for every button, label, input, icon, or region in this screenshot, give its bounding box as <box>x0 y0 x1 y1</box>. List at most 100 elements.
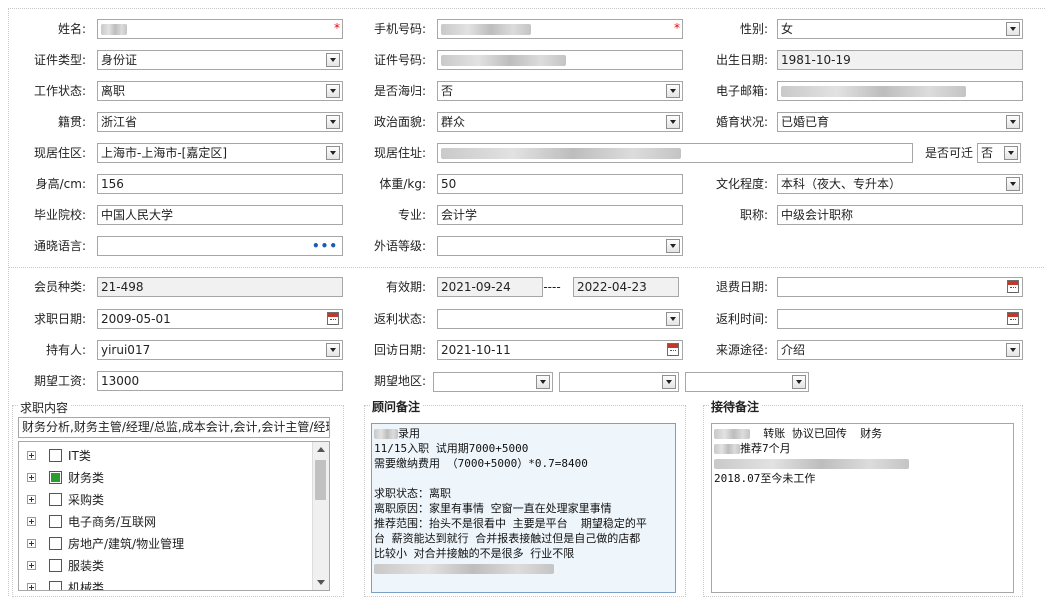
checkbox[interactable] <box>49 493 62 506</box>
note-line: 11/15入职 试用期7000+5000 <box>374 442 529 455</box>
overseas-select[interactable]: 否 <box>437 81 683 101</box>
tree-item-apparel[interactable]: 服装类 <box>19 555 313 577</box>
language-input[interactable]: ••• <box>97 236 343 256</box>
school-input[interactable]: 中国人民大学 <box>97 205 343 225</box>
residence-area-select[interactable]: 上海市-上海市-[嘉定区] <box>97 143 343 163</box>
residence-addr-input[interactable] <box>437 143 913 163</box>
tree-item-realestate[interactable]: 房地产/建筑/物业管理 <box>19 533 313 555</box>
region-district-select[interactable] <box>685 372 809 392</box>
tree-item-finance[interactable]: 财务类 <box>19 467 313 489</box>
political-label: 政治面貌: <box>373 115 426 129</box>
chevron-down-icon[interactable] <box>326 115 340 129</box>
calendar-icon[interactable] <box>667 343 679 356</box>
title-input[interactable]: 中级会计职称 <box>777 205 1023 225</box>
reception-notes-textarea[interactable]: 转账 协议已回传 财务 推荐7个月 2018.07至今未工作 <box>711 423 1014 593</box>
work-status-select[interactable]: 离职 <box>97 81 343 101</box>
name-input[interactable]: * <box>97 19 343 39</box>
gender-select[interactable]: 女 <box>777 19 1023 39</box>
source-select[interactable]: 介绍 <box>777 340 1023 360</box>
email-label: 电子邮箱: <box>715 84 768 98</box>
chevron-down-icon[interactable] <box>1006 22 1020 36</box>
major-label: 专业: <box>397 208 426 222</box>
redacted-value <box>714 444 740 454</box>
id-type-select[interactable]: 身份证 <box>97 50 343 70</box>
checkbox[interactable] <box>49 581 62 590</box>
chevron-down-icon[interactable] <box>536 375 550 389</box>
tree-item-purchasing[interactable]: 采购类 <box>19 489 313 511</box>
tree-item-label: 服装类 <box>68 559 105 573</box>
salary-input[interactable]: 13000 <box>97 371 343 391</box>
education-select[interactable]: 本科（夜大、专升本） <box>777 174 1023 194</box>
relocate-select[interactable]: 否 <box>977 143 1021 163</box>
major-input[interactable]: 会计学 <box>437 205 683 225</box>
marital-label: 婚育状况: <box>715 115 768 129</box>
expand-icon[interactable] <box>27 473 36 482</box>
scroll-thumb[interactable] <box>315 460 326 500</box>
marital-select[interactable]: 已婚已育 <box>777 112 1023 132</box>
relocate-value: 否 <box>981 146 994 160</box>
lang-level-select[interactable] <box>437 236 683 256</box>
chevron-down-icon[interactable] <box>326 343 340 357</box>
checkbox[interactable] <box>49 559 62 572</box>
political-select[interactable]: 群众 <box>437 112 683 132</box>
visit-date-value: 2021-10-11 <box>441 343 511 357</box>
chevron-down-icon[interactable] <box>1006 177 1020 191</box>
more-icon[interactable]: ••• <box>312 237 338 255</box>
checkbox[interactable] <box>49 449 62 462</box>
job-date-input[interactable]: 2009-05-01 <box>97 309 343 329</box>
school-label: 毕业院校: <box>33 208 86 222</box>
chevron-down-icon[interactable] <box>1004 146 1018 160</box>
tree-scrollbar[interactable] <box>312 442 329 590</box>
visit-date-input[interactable]: 2021-10-11 <box>437 340 683 360</box>
id-type-value: 身份证 <box>101 53 138 67</box>
redacted-value <box>374 564 554 574</box>
region-city-select[interactable] <box>559 372 679 392</box>
expand-icon[interactable] <box>27 539 36 548</box>
rebate-status-select[interactable] <box>437 309 683 329</box>
region-province-select[interactable] <box>433 372 553 392</box>
chevron-down-icon[interactable] <box>666 115 680 129</box>
chevron-down-icon[interactable] <box>326 146 340 160</box>
checkbox[interactable] <box>49 515 62 528</box>
checkbox-checked[interactable] <box>49 471 62 484</box>
expand-icon[interactable] <box>27 583 36 590</box>
height-input[interactable]: 156 <box>97 174 343 194</box>
expand-icon[interactable] <box>27 517 36 526</box>
weight-input[interactable]: 50 <box>437 174 683 194</box>
tree-item-ecommerce[interactable]: 电子商务/互联网 <box>19 511 313 533</box>
chevron-down-icon[interactable] <box>666 312 680 326</box>
native-place-select[interactable]: 浙江省 <box>97 112 343 132</box>
scroll-down-icon[interactable] <box>317 580 325 585</box>
refund-date-input[interactable] <box>777 277 1023 297</box>
note-line: 需要缴纳费用 （7000+5000）*0.7=8400 <box>374 457 588 470</box>
checkbox[interactable] <box>49 537 62 550</box>
expand-icon[interactable] <box>27 451 36 460</box>
tree-item-it[interactable]: IT类 <box>19 445 313 467</box>
chevron-down-icon[interactable] <box>1006 115 1020 129</box>
note-line: 2018.07至今未工作 <box>714 472 816 485</box>
expand-icon[interactable] <box>27 561 36 570</box>
id-number-input[interactable] <box>437 50 683 70</box>
tree-item-machinery[interactable]: 机械类 <box>19 577 313 590</box>
chevron-down-icon[interactable] <box>662 375 676 389</box>
calendar-icon[interactable] <box>1007 280 1019 293</box>
phone-input[interactable]: * <box>437 19 683 39</box>
chevron-down-icon[interactable] <box>326 84 340 98</box>
holder-select[interactable]: yirui017 <box>97 340 343 360</box>
email-input[interactable] <box>777 81 1023 101</box>
rebate-time-input[interactable] <box>777 309 1023 329</box>
job-content-summary[interactable]: 财务分析,财务主管/经理/总监,成本会计,会计,会计主管/经理 <box>18 417 330 438</box>
scroll-up-icon[interactable] <box>317 447 325 452</box>
expand-icon[interactable] <box>27 495 36 504</box>
chevron-down-icon[interactable] <box>666 84 680 98</box>
chevron-down-icon[interactable] <box>1006 343 1020 357</box>
calendar-icon[interactable] <box>327 312 339 325</box>
chevron-down-icon[interactable] <box>666 239 680 253</box>
chevron-down-icon[interactable] <box>326 53 340 67</box>
chevron-down-icon[interactable] <box>792 375 806 389</box>
calendar-icon[interactable] <box>1007 312 1019 325</box>
birth-date-field: 1981-10-19 <box>777 50 1023 70</box>
job-category-tree[interactable]: IT类 财务类 采购类 电子商务/互联网 房地产/建筑/物业管理 服装类 机械类 <box>18 441 330 591</box>
native-place-value: 浙江省 <box>101 115 138 129</box>
consultant-notes-textarea[interactable]: 录用 11/15入职 试用期7000+5000 需要缴纳费用 （7000+500… <box>371 423 676 593</box>
